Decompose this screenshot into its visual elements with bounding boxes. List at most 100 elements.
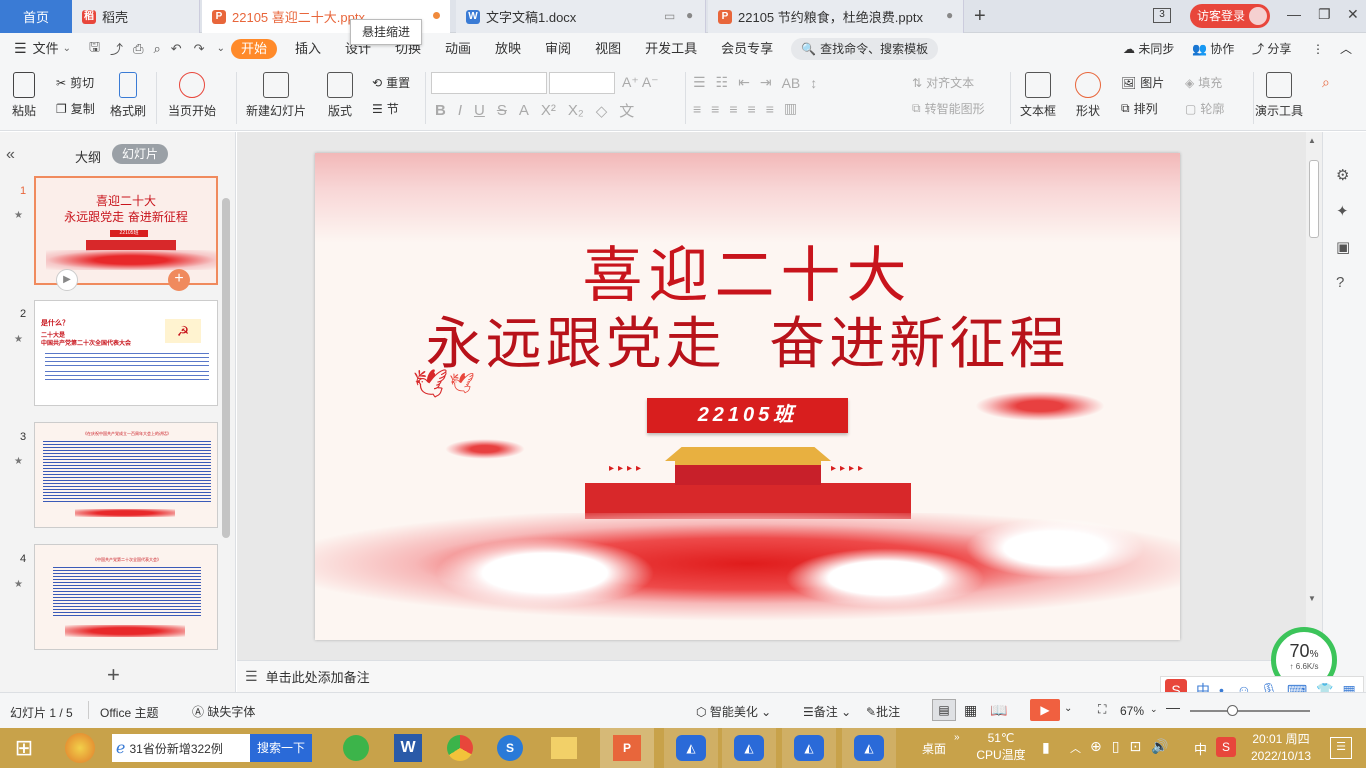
restore-icon[interactable]: ❐ (1318, 6, 1331, 23)
tab-doc2-screen-icon[interactable]: ▭ (664, 9, 675, 23)
cpu-temp-widget[interactable]: 51℃ CPU温度 (976, 730, 1026, 764)
menu-start[interactable]: 开始 (230, 38, 277, 59)
reset-button[interactable]: ⟲ 重置 (372, 74, 410, 91)
shape-button[interactable]: 形状 (1075, 72, 1101, 119)
news-widget[interactable]: ℯ 31省份新增322例 (112, 734, 250, 762)
theme-name[interactable]: Office 主题 (100, 704, 158, 721)
volume-icon[interactable]: 🔊 (1151, 738, 1168, 755)
font-size-select[interactable] (549, 72, 615, 94)
taskbar-app-wps[interactable]: P (600, 728, 654, 768)
slide-thumb-4[interactable]: 《中国共产党第二十次全国代表大会》 (34, 544, 218, 650)
thumb-play-icon[interactable]: ▶ (56, 269, 78, 291)
font-grow-icon[interactable]: A⁺ A⁻ (622, 74, 659, 91)
new-slide-button[interactable]: 新建幻灯片 (246, 72, 306, 119)
taskbar-app-360[interactable] (336, 728, 376, 768)
taskbar-app-explorer[interactable] (542, 728, 586, 768)
zoom-out-icon[interactable]: — (1166, 699, 1180, 715)
slide-thumb-3[interactable]: 《在庆祝中国共产党成立一百周年大会上的讲话》 (34, 422, 218, 528)
missing-font-button[interactable]: Ⓐ 缺失字体 (192, 703, 255, 720)
scroll-down-icon[interactable]: ▼ (1308, 594, 1316, 603)
properties-icon[interactable]: ⚙ (1336, 166, 1349, 184)
taskbar-app-chrome[interactable] (440, 728, 480, 768)
redo-icon[interactable]: ↷ (194, 41, 205, 57)
menu-developer[interactable]: 开发工具 (633, 33, 709, 64)
superscript-icon[interactable]: X² (541, 102, 556, 119)
zoom-options-icon[interactable]: ⌄ (1150, 704, 1158, 715)
textbox-button[interactable]: 文本框 (1020, 72, 1056, 119)
search-button[interactable]: 搜索一下 (250, 734, 312, 762)
clear-format-icon[interactable]: ◇ (596, 102, 608, 120)
tray-app-icon[interactable]: ⊕ (1090, 738, 1102, 755)
taskbar-app-meeting-1[interactable]: ◭ (664, 728, 718, 768)
subscript-icon[interactable]: X₂ (568, 102, 584, 119)
desktop-toolbar[interactable]: 桌面 (922, 740, 946, 757)
panel-scrollbar[interactable] (222, 198, 230, 538)
share-button[interactable]: ⤴ 分享 (1252, 40, 1291, 57)
menu-insert[interactable]: 插入 (283, 33, 333, 64)
bullet-list-icon[interactable]: ☰ (693, 74, 706, 91)
scroll-thumb[interactable] (1309, 160, 1319, 238)
indent-icon[interactable]: ⇥ (760, 74, 772, 91)
text-color-icon[interactable]: A (519, 102, 529, 119)
outline-button[interactable]: ▢ 轮廓 (1185, 100, 1224, 117)
undo-icon[interactable]: ↶ (171, 41, 182, 57)
zoom-slider[interactable] (1190, 710, 1310, 712)
zoom-slider-thumb[interactable] (1227, 705, 1238, 716)
columns-icon[interactable]: ▥ (784, 100, 797, 117)
tab-daoke[interactable]: 稻 稻壳 (72, 0, 200, 33)
slideshow-options-icon[interactable]: ⌄ (1064, 703, 1072, 714)
align-left-icon[interactable]: ≡ (693, 101, 701, 117)
sync-status[interactable]: ☁ 未同步 (1123, 40, 1174, 57)
current-slide[interactable]: 喜迎二十大 永远跟党走 奋进新征程 🕊 🕊 22105班 ▸▸▸▸ ▸▸▸▸ (315, 153, 1180, 640)
taskbar-app-sogou[interactable]: S (490, 728, 530, 768)
arrange-button[interactable]: ⧉ 排列 (1121, 100, 1158, 117)
add-slide-button[interactable]: + (107, 662, 120, 688)
chevron-icon[interactable]: » (954, 732, 960, 743)
zoom-level[interactable]: 67% (1120, 704, 1144, 718)
tab-home[interactable]: 首页 (0, 0, 72, 33)
align-text-button[interactable]: ⇅ 对齐文本 (912, 74, 974, 91)
new-tab-button[interactable]: + (974, 5, 986, 28)
beautify-button[interactable]: ⬡ 智能美化 ⌄ (696, 703, 771, 720)
class-badge[interactable]: 22105班 (647, 398, 848, 433)
italic-icon[interactable]: I (458, 102, 462, 119)
number-list-icon[interactable]: ☷ (716, 74, 729, 91)
ime-indicator[interactable]: 中 (1194, 739, 1207, 758)
outdent-icon[interactable]: ⇤ (738, 74, 750, 91)
sorter-view-icon[interactable]: ▦ (964, 702, 977, 719)
thumb-add-icon[interactable]: + (168, 269, 190, 291)
outline-tab[interactable]: 大纲 (75, 147, 101, 166)
align-right-icon[interactable]: ≡ (729, 101, 737, 117)
fill-button[interactable]: ◈ 填充 (1185, 74, 1222, 91)
paste-button[interactable]: 粘贴 (12, 72, 36, 119)
preview-icon[interactable]: ⌕ (153, 41, 160, 57)
collab-button[interactable]: 👥 协作 (1192, 40, 1234, 57)
normal-view-icon[interactable]: ▤ (932, 699, 956, 721)
file-menu[interactable]: 文件 (27, 33, 63, 64)
slide-thumb-1[interactable]: 喜迎二十大 永远跟党走 奋进新征程 22105班 (34, 176, 218, 285)
distribute-icon[interactable]: ≡ (766, 101, 774, 117)
taskbar-app-word[interactable]: W (386, 728, 430, 768)
scroll-up-icon[interactable]: ▲ (1308, 136, 1316, 145)
tab-doc2-close-icon[interactable]: ● (686, 8, 693, 22)
collapse-panel-icon[interactable]: « (6, 146, 15, 164)
layout-button[interactable]: 版式 (327, 72, 353, 119)
hamburger-icon[interactable]: ☰ (14, 40, 27, 57)
save-icon[interactable]: 🖫 (89, 38, 100, 60)
minimize-icon[interactable]: — (1287, 6, 1301, 22)
fit-window-icon[interactable]: ⛶ (1098, 702, 1106, 717)
taskbar-app-meeting-4[interactable]: ◭ (842, 728, 896, 768)
cut-button[interactable]: ✂ 剪切 (56, 74, 94, 91)
find-icon[interactable]: ⌕ (1322, 74, 1330, 91)
window-count-icon[interactable]: 3 (1153, 8, 1171, 23)
slideshow-play-button[interactable]: ▶ (1030, 699, 1060, 721)
reading-view-icon[interactable]: 📖 (990, 702, 1007, 719)
section-button[interactable]: ☰ 节 (372, 100, 399, 117)
more-icon[interactable]: ⌄ (217, 43, 225, 54)
play-from-current-button[interactable]: 当页开始 (168, 72, 216, 119)
close-icon[interactable]: ✕ (1347, 6, 1359, 23)
print-icon[interactable]: ⎙ (133, 41, 143, 57)
copy-button[interactable]: ❐ 复制 (56, 100, 95, 117)
collapse-ribbon-icon[interactable]: ︿ (1340, 40, 1352, 57)
tab-doc3-close-icon[interactable]: ● (946, 8, 953, 22)
